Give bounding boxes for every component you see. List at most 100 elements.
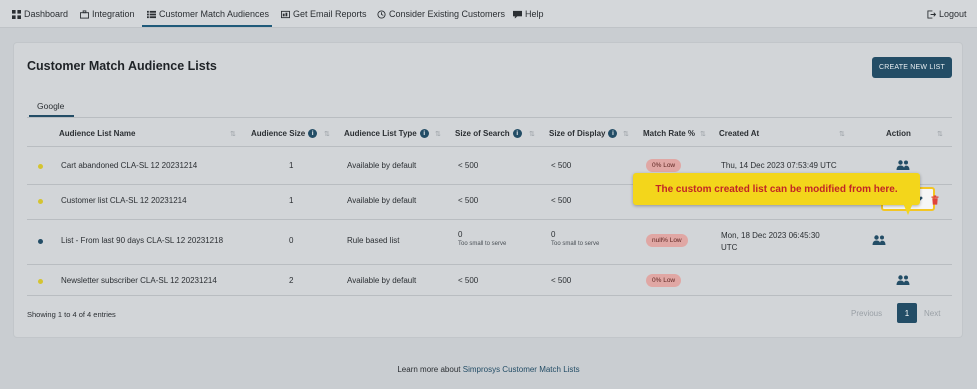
header-action: Action bbox=[886, 129, 911, 138]
sort-icon[interactable]: ⇅ bbox=[700, 130, 706, 138]
nav-label: Consider Existing Customers bbox=[389, 9, 506, 19]
history-icon bbox=[377, 9, 386, 19]
footer: Learn more about Simprosys Customer Matc… bbox=[0, 365, 977, 374]
nav-customer-match[interactable]: Customer Match Audiences bbox=[147, 9, 269, 19]
logout-button[interactable]: Logout bbox=[927, 9, 967, 19]
cell-list-type: Available by default bbox=[347, 196, 417, 205]
sort-icon[interactable]: ⇅ bbox=[623, 130, 629, 138]
size-note: Too small to serve bbox=[458, 241, 507, 247]
logout-label: Logout bbox=[939, 9, 967, 19]
tab-google[interactable]: Google bbox=[37, 101, 64, 111]
cell-size-search: < 500 bbox=[458, 276, 479, 285]
chat-icon bbox=[513, 10, 522, 19]
header-list-type[interactable]: Audience List Type i bbox=[344, 129, 429, 138]
users-icon[interactable] bbox=[896, 160, 910, 170]
cell-list-type: Available by default bbox=[347, 276, 417, 285]
status-dot bbox=[38, 239, 43, 244]
users-icon[interactable] bbox=[896, 275, 910, 285]
previous-page-button[interactable]: Previous bbox=[851, 309, 882, 318]
header-label: Audience Size bbox=[251, 129, 306, 138]
next-page-button[interactable]: Next bbox=[924, 309, 940, 318]
nav-email-reports[interactable]: Get Email Reports bbox=[281, 9, 367, 19]
sort-icon[interactable]: ⇅ bbox=[937, 130, 943, 138]
cell-audience-size: 2 bbox=[289, 276, 294, 285]
callout-pointer bbox=[903, 203, 913, 215]
header-label: Created At bbox=[719, 129, 760, 138]
match-rate-badge: 0% Low bbox=[646, 274, 682, 287]
header-match-rate[interactable]: Match Rate % bbox=[643, 129, 695, 138]
header-audience-size[interactable]: Audience Size i bbox=[251, 129, 318, 138]
nav-label: Integration bbox=[92, 9, 135, 19]
row-divider bbox=[27, 219, 952, 220]
status-dot bbox=[38, 164, 43, 169]
header-created-at[interactable]: Created At bbox=[719, 129, 759, 138]
info-icon[interactable]: i bbox=[608, 129, 618, 138]
sort-icon[interactable]: ⇅ bbox=[435, 130, 441, 138]
cell-list-name: List - From last 90 days CLA-SL 12 20231… bbox=[61, 236, 224, 245]
create-new-list-button[interactable]: CREATE NEW LIST bbox=[872, 57, 952, 78]
nav-label: Help bbox=[525, 9, 544, 19]
match-rate-badge: 0% Low bbox=[646, 159, 682, 172]
created-date: Mon, 18 Dec 2023 06:45:30 bbox=[721, 231, 820, 240]
cell-list-name: Cart abandoned CLA-SL 12 20231214 bbox=[61, 161, 198, 170]
row-divider bbox=[27, 264, 952, 265]
page-1-button[interactable]: 1 bbox=[897, 303, 917, 323]
cell-size-display: < 500 bbox=[551, 196, 572, 205]
sort-icon[interactable]: ⇅ bbox=[839, 130, 845, 138]
sort-icon[interactable]: ⇅ bbox=[230, 130, 236, 138]
created-tz: UTC bbox=[721, 243, 738, 252]
entries-info: Showing 1 to 4 of 4 entries bbox=[27, 310, 116, 319]
header-size-search[interactable]: Size of Search i bbox=[455, 129, 522, 138]
row-divider bbox=[27, 295, 952, 296]
cell-audience-size: 1 bbox=[289, 196, 294, 205]
status-dot bbox=[38, 199, 43, 204]
active-tab-indicator bbox=[142, 25, 272, 27]
nav-label: Get Email Reports bbox=[293, 9, 367, 19]
header-label: Size of Display bbox=[549, 129, 606, 138]
header-size-display[interactable]: Size of Display i bbox=[549, 129, 618, 138]
cell-size-display: < 500 bbox=[551, 276, 572, 285]
info-icon[interactable]: i bbox=[512, 129, 522, 138]
cell-size-display: 0 Too small to serve bbox=[551, 230, 599, 247]
header-label: Size of Search bbox=[455, 129, 510, 138]
nav-integration[interactable]: Integration bbox=[80, 9, 135, 19]
info-icon[interactable]: i bbox=[308, 129, 318, 138]
nav-existing-customers[interactable]: Consider Existing Customers bbox=[377, 9, 505, 19]
header-label: Action bbox=[886, 129, 911, 138]
cell-list-type: Available by default bbox=[347, 161, 417, 170]
cell-size-search: < 500 bbox=[458, 196, 479, 205]
nav-dashboard[interactable]: Dashboard bbox=[12, 9, 68, 19]
footer-text: Learn more about bbox=[397, 365, 461, 374]
nav-help[interactable]: Help bbox=[513, 9, 544, 19]
cell-created-at: Thu, 14 Dec 2023 07:53:49 UTC bbox=[721, 161, 837, 170]
row-divider bbox=[27, 146, 952, 147]
size-value: 0 bbox=[458, 230, 463, 239]
cell-size-display: < 500 bbox=[551, 161, 572, 170]
cell-audience-size: 1 bbox=[289, 161, 294, 170]
info-icon[interactable]: i bbox=[419, 129, 429, 138]
cell-list-type: Rule based list bbox=[347, 236, 400, 245]
page-title: Customer Match Audience Lists bbox=[27, 59, 217, 73]
callout-text: The custom created list can be modified … bbox=[655, 183, 898, 195]
footer-link[interactable]: Simprosys Customer Match Lists bbox=[463, 365, 580, 374]
divider bbox=[27, 117, 952, 118]
sort-icon[interactable]: ⇅ bbox=[324, 130, 330, 138]
tooltip-callout: The custom created list can be modified … bbox=[633, 173, 920, 205]
size-note: Too small to serve bbox=[551, 241, 600, 247]
grid-icon bbox=[12, 9, 21, 19]
logout-icon bbox=[927, 9, 936, 19]
cell-size-search: 0 Too small to serve bbox=[458, 230, 506, 247]
briefcase-icon bbox=[80, 9, 89, 19]
top-nav: Dashboard Integration Customer Match Aud… bbox=[0, 0, 977, 28]
delete-icon[interactable] bbox=[930, 195, 940, 205]
users-icon[interactable] bbox=[872, 235, 886, 245]
cell-created-at: Mon, 18 Dec 2023 06:45:30 UTC bbox=[721, 230, 820, 254]
list-icon bbox=[147, 10, 156, 18]
header-list-name[interactable]: Audience List Name bbox=[59, 129, 135, 138]
nav-label: Dashboard bbox=[24, 9, 69, 19]
header-label: Match Rate % bbox=[643, 129, 696, 138]
cell-list-name: Newsletter subscriber CLA-SL 12 20231214 bbox=[61, 276, 217, 285]
cell-audience-size: 0 bbox=[289, 236, 294, 245]
match-rate-badge: null% Low bbox=[646, 234, 688, 247]
sort-icon[interactable]: ⇅ bbox=[529, 130, 535, 138]
